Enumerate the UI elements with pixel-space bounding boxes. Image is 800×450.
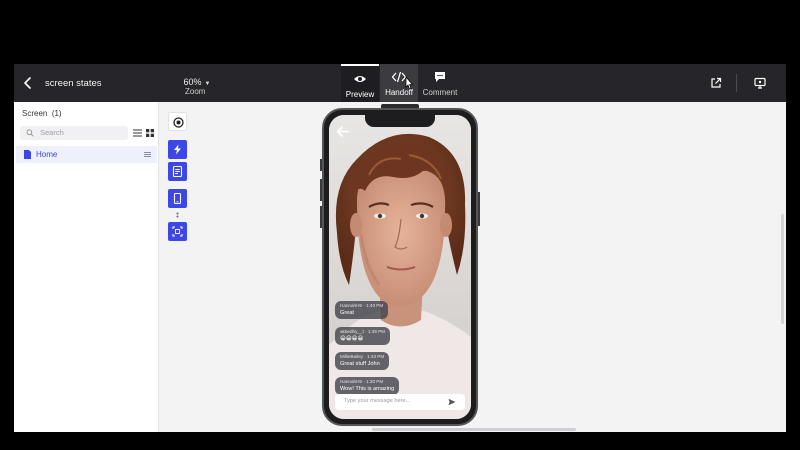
chat-message: HannahH9 · 1:30 PM Wow! This is amazing: [335, 377, 400, 395]
message-meta: akbedhy__t · 1:39 PM: [340, 329, 385, 334]
zoom-label: Zoom: [185, 87, 206, 96]
message-meta: HannahH9 · 1:30 PM: [340, 379, 384, 384]
present-icon[interactable]: [754, 77, 766, 89]
screens-header: Screen (1): [22, 109, 62, 118]
screen-options-icon[interactable]: [144, 152, 151, 157]
message-user: MillieBailey: [340, 354, 363, 359]
message-input[interactable]: Type your message here...: [335, 394, 465, 410]
screens-count: (1): [51, 109, 62, 118]
page-icon: [24, 150, 31, 159]
target-tool[interactable]: [168, 112, 187, 131]
tab-preview-label: Preview: [345, 90, 375, 99]
chat-message: MillieBailey · 1:33 PM Great stuff John: [335, 352, 390, 370]
notes-icon: [172, 166, 183, 177]
message-time: 1:39 PM: [367, 329, 385, 334]
mouse-cursor-icon: [405, 76, 414, 90]
back-arrow-icon[interactable]: [336, 126, 349, 137]
back-arrow-icon[interactable]: [20, 75, 36, 91]
zoom-value: 60%: [183, 77, 202, 87]
search-placeholder: Search: [40, 128, 64, 137]
tab-preview[interactable]: Preview: [341, 64, 379, 102]
device-tool[interactable]: [168, 189, 187, 208]
screen-item-home[interactable]: Home: [16, 146, 157, 163]
horizontal-scrollbar[interactable]: [372, 428, 576, 431]
comment-icon: [435, 72, 445, 82]
top-bar: screen states 60% ▼ Zoom Preview Handoff …: [14, 64, 786, 102]
message-time: 1:40 PM: [366, 303, 384, 308]
phone-frame: HannahH9 · 1:40 PM Great akbedhy__t · 1:…: [322, 108, 478, 426]
message-time: 1:33 PM: [367, 354, 385, 359]
grid-view-icon[interactable]: [146, 129, 154, 137]
portrait-photo: [329, 115, 471, 419]
screens-title: Screen: [22, 109, 48, 118]
fit-screen-icon: [172, 226, 183, 237]
message-placeholder: Type your message here...: [344, 398, 411, 404]
lightning-icon: [174, 144, 181, 155]
more-dots-icon: [176, 212, 179, 218]
message-meta: HannahH9 · 1:40 PM: [340, 303, 384, 308]
message-user: akbedhy__t: [340, 329, 364, 334]
target-icon: [173, 117, 184, 128]
fit-screen-tool[interactable]: [168, 222, 187, 241]
screen-item-label: Home: [36, 150, 58, 159]
search-input[interactable]: Search: [20, 126, 128, 140]
prototype-viewer: screen states 60% ▼ Zoom Preview Handoff …: [14, 64, 786, 432]
send-icon[interactable]: [448, 398, 456, 406]
message-text: Great stuff John: [340, 361, 380, 367]
open-external-icon[interactable]: [710, 77, 722, 89]
divider: [736, 74, 737, 92]
phone-power-button: [478, 192, 480, 226]
tab-comment-label: Comment: [422, 88, 458, 97]
phone-screen: HannahH9 · 1:40 PM Great akbedhy__t · 1:…: [329, 115, 471, 419]
message-text: Great: [340, 310, 354, 316]
tab-comment[interactable]: Comment: [421, 64, 459, 102]
notes-tool[interactable]: [168, 162, 187, 181]
message-meta: MillieBailey · 1:33 PM: [340, 354, 385, 359]
interaction-tool[interactable]: [168, 140, 187, 159]
eye-icon: [354, 76, 366, 82]
chat-message: akbedhy__t · 1:39 PM 😁😁😁😁: [335, 327, 390, 345]
list-view-icon[interactable]: [133, 129, 142, 137]
chat-message: HannahH9 · 1:40 PM Great: [335, 301, 389, 319]
message-text: Wow! This is amazing: [340, 386, 395, 392]
project-title: screen states: [45, 78, 102, 89]
phone-notch: [365, 115, 435, 127]
search-icon: [26, 129, 34, 137]
phone-icon: [173, 193, 182, 204]
message-text: 😁😁😁😁: [340, 336, 364, 342]
vertical-scrollbar[interactable]: [781, 214, 784, 324]
message-user: HannahH9: [340, 379, 362, 384]
message-user: HannahH9: [340, 303, 362, 308]
message-time: 1:30 PM: [366, 379, 384, 384]
screens-panel: Screen (1) Search Home: [14, 102, 159, 432]
